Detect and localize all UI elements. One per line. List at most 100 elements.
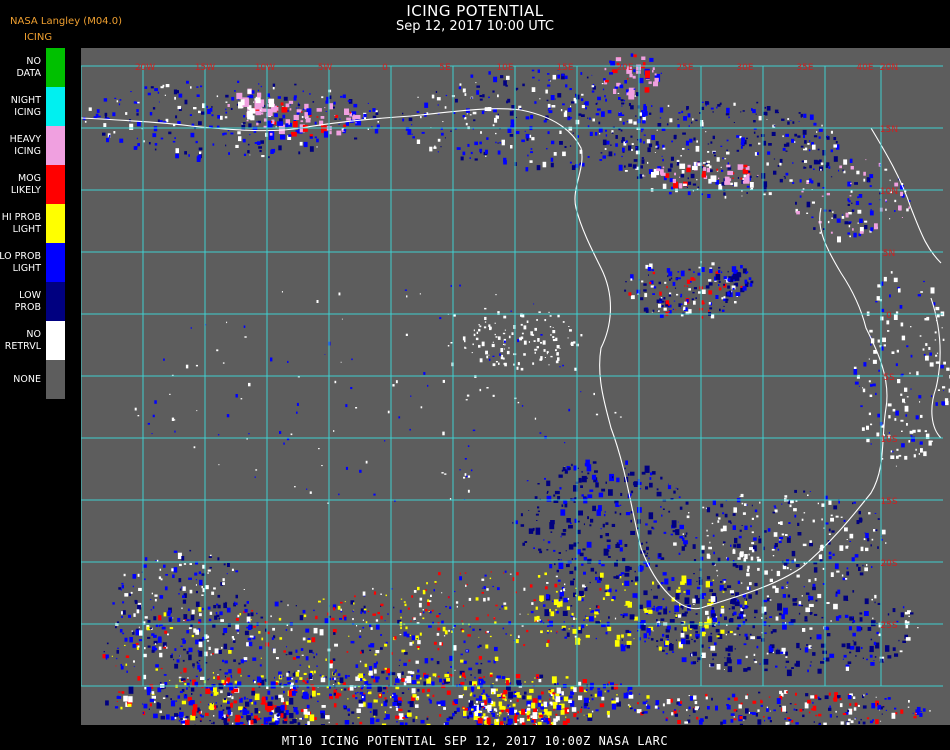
icing-pixel bbox=[111, 655, 113, 657]
icing-pixel bbox=[544, 357, 546, 358]
icing-pixel bbox=[522, 83, 525, 87]
icing-pixel bbox=[247, 150, 250, 154]
icing-pixel bbox=[719, 308, 721, 312]
icing-pixel bbox=[786, 586, 788, 588]
icing-pixel bbox=[228, 152, 230, 155]
icing-pixel bbox=[179, 654, 181, 657]
icing-pixel bbox=[227, 692, 231, 696]
longitude-label: 40E bbox=[856, 63, 873, 73]
icing-pixel bbox=[877, 704, 882, 710]
icing-pixel bbox=[615, 589, 618, 592]
icing-pixel bbox=[677, 271, 680, 273]
icing-pixel bbox=[705, 101, 709, 105]
icing-pixel bbox=[686, 279, 691, 284]
icing-pixel bbox=[526, 695, 532, 700]
icing-pixel bbox=[798, 601, 802, 605]
icing-pixel bbox=[174, 96, 176, 100]
icing-pixel bbox=[707, 194, 711, 198]
icing-pixel bbox=[515, 639, 519, 644]
icing-pixel bbox=[133, 613, 136, 617]
icing-pixel bbox=[774, 543, 778, 548]
icing-pixel bbox=[190, 687, 195, 692]
icing-pixel bbox=[912, 712, 914, 714]
icing-pixel bbox=[611, 698, 614, 701]
icing-pixel bbox=[562, 151, 566, 157]
icing-pixel bbox=[631, 580, 634, 582]
icing-pixel bbox=[398, 416, 401, 419]
icing-pixel bbox=[300, 120, 304, 123]
icing-pixel bbox=[642, 62, 646, 66]
icing-pixel bbox=[220, 619, 224, 622]
icing-pixel bbox=[662, 158, 664, 162]
icing-pixel bbox=[673, 542, 677, 546]
icing-pixel bbox=[715, 705, 718, 711]
icing-pixel bbox=[690, 173, 695, 179]
icing-pixel bbox=[648, 274, 649, 276]
icing-pixel bbox=[465, 399, 468, 401]
icing-pixel bbox=[904, 405, 909, 412]
icing-pixel bbox=[475, 82, 477, 84]
icing-pixel bbox=[906, 208, 909, 212]
icing-pixel bbox=[691, 121, 693, 124]
icing-pixel bbox=[392, 384, 395, 387]
icing-pixel bbox=[383, 717, 387, 720]
icing-pixel bbox=[427, 599, 430, 602]
icing-pixel bbox=[675, 639, 677, 641]
icing-pixel bbox=[870, 662, 875, 666]
icing-pixel bbox=[737, 557, 741, 560]
icing-pixel bbox=[589, 524, 592, 527]
icing-pixel bbox=[399, 659, 401, 661]
icing-pixel bbox=[615, 57, 622, 62]
icing-pixel bbox=[207, 569, 211, 572]
icing-pixel bbox=[240, 675, 242, 677]
icing-pixel bbox=[560, 509, 566, 516]
icing-pixel bbox=[363, 113, 367, 118]
icing-pixel bbox=[352, 722, 354, 725]
icing-pixel bbox=[509, 707, 515, 715]
icing-pixel bbox=[257, 89, 259, 92]
icing-pixel bbox=[321, 465, 323, 467]
icing-pixel bbox=[657, 612, 662, 615]
icing-pixel bbox=[437, 138, 441, 142]
icing-pixel bbox=[119, 99, 122, 101]
icing-pixel bbox=[896, 349, 899, 353]
icing-pixel bbox=[570, 117, 572, 119]
icing-pixel bbox=[231, 696, 234, 700]
icing-pixel bbox=[708, 290, 713, 295]
icing-pixel bbox=[230, 674, 232, 677]
icing-pixel bbox=[630, 530, 636, 535]
icing-pixel bbox=[642, 120, 646, 124]
icing-pixel bbox=[503, 157, 507, 162]
icing-pixel bbox=[547, 131, 550, 135]
icing-pixel bbox=[467, 489, 470, 493]
icing-pixel bbox=[173, 124, 176, 127]
icing-pixel bbox=[123, 695, 128, 702]
icing-pixel bbox=[206, 105, 208, 109]
icing-pixel bbox=[339, 118, 341, 120]
icing-pixel bbox=[695, 119, 698, 122]
icing-pixel bbox=[381, 723, 387, 725]
icing-pixel bbox=[325, 715, 330, 720]
icing-pixel bbox=[146, 686, 152, 693]
icing-pixel bbox=[913, 716, 917, 719]
icing-pixel bbox=[830, 572, 834, 577]
icing-pixel bbox=[261, 155, 265, 158]
icing-pixel bbox=[887, 697, 891, 700]
icing-pixel bbox=[183, 680, 186, 682]
icing-pixel bbox=[708, 546, 712, 550]
icing-pixel bbox=[299, 717, 302, 720]
icing-pixel bbox=[494, 322, 496, 324]
icing-pixel bbox=[812, 586, 816, 591]
icing-pixel bbox=[394, 636, 397, 640]
icing-pixel bbox=[705, 285, 710, 289]
icing-pixel bbox=[695, 613, 698, 615]
icing-pixel bbox=[165, 574, 168, 576]
icing-pixel bbox=[609, 60, 612, 64]
icing-pixel bbox=[188, 577, 192, 580]
icing-pixel bbox=[592, 505, 596, 512]
icing-pixel bbox=[540, 631, 542, 633]
icing-pixel bbox=[775, 665, 778, 668]
icing-pixel bbox=[549, 564, 553, 569]
icing-pixel bbox=[287, 682, 291, 685]
icing-pixel bbox=[900, 322, 904, 327]
